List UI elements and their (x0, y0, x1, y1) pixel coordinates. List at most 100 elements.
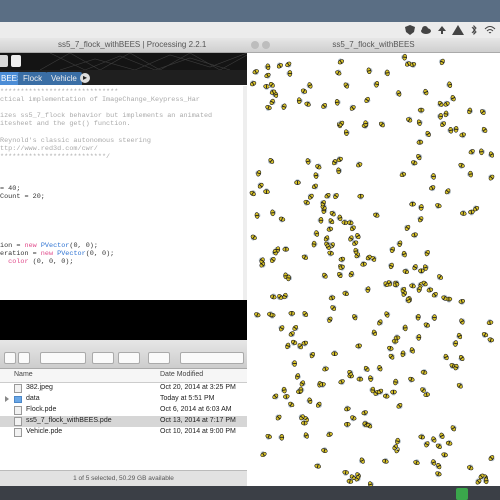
bee-sprite (250, 234, 257, 241)
bee-sprite (467, 170, 473, 178)
bee-sprite (400, 350, 407, 358)
bee-sprite (408, 376, 415, 383)
bee-sprite (459, 318, 466, 325)
bee-sprite (437, 274, 444, 281)
bee-sprite (283, 394, 290, 400)
code-line: Count = 20; (0, 193, 45, 201)
wifi-icon[interactable] (484, 25, 496, 35)
bee-sprite (344, 421, 351, 428)
sketch-title-bar[interactable]: ss5_7_flock_withBEES (247, 38, 500, 53)
bee-sprite (409, 347, 415, 354)
bee-sprite (409, 282, 416, 289)
bee-sprite (290, 339, 298, 346)
bluetooth-icon[interactable] (468, 25, 480, 35)
editor-window-title: ss5_7_flock_withBEES | Processing 2.2.1 (58, 40, 207, 49)
editor-tab-bar: BEES Flock Vehicle ▸ (0, 70, 247, 85)
bee-sprite (343, 82, 350, 89)
bee-sprite (321, 103, 328, 110)
app-icon[interactable] (456, 488, 468, 500)
bee-sprite (389, 246, 395, 254)
bee-sprite (396, 240, 403, 247)
file-name: ss5_7_flock_withBEES.pde (26, 417, 112, 424)
toolbar-pattern-decoration (40, 53, 247, 70)
sketch-canvas[interactable] (247, 53, 500, 488)
bee-sprite (328, 294, 336, 301)
upload-icon[interactable] (436, 25, 448, 35)
file-row[interactable]: Vehicle.pde Oct 10, 2014 at 9:00 PM (0, 427, 247, 438)
code-token: **************************/ (0, 152, 111, 161)
new-sketch-button[interactable] (0, 55, 8, 67)
bee-sprite (488, 455, 495, 462)
code-editor[interactable]: ***************************** ctical impl… (0, 86, 247, 304)
bee-sprite (307, 193, 314, 200)
bee-sprite (321, 447, 328, 454)
date-column-header[interactable]: Date Modified (160, 371, 203, 378)
bee-sprite (264, 72, 271, 79)
view-mode-buttons[interactable] (40, 352, 86, 364)
name-column-header[interactable]: Name (14, 371, 33, 378)
bee-sprite (354, 233, 361, 240)
bee-sprite (324, 192, 331, 199)
bee-sprite (438, 432, 445, 439)
file-name: Flock.pde (26, 406, 57, 413)
action-button[interactable] (118, 352, 140, 364)
arrange-button[interactable] (92, 352, 114, 364)
file-row[interactable]: 382.jpeg Oct 20, 2014 at 3:25 PM (0, 383, 247, 394)
bee-sprite (282, 245, 290, 252)
bee-sprite (445, 439, 453, 446)
bee-sprite (363, 120, 369, 127)
code-line: Reynold's classic autonomous steering (0, 137, 151, 145)
disclosure-triangle-icon[interactable] (5, 396, 9, 402)
code-token: Count = 20; (0, 193, 45, 202)
bee-sprite (295, 373, 301, 380)
bee-sprite (399, 171, 407, 178)
code-line: eration = new PVector(0, 0); (0, 250, 114, 258)
bee-sprite (329, 210, 336, 217)
bee-sprite (360, 260, 367, 267)
bee-sprite (441, 452, 448, 459)
bee-sprite (488, 174, 495, 181)
editor-toolbar (0, 53, 247, 70)
bee-sprite (337, 58, 344, 65)
bee-sprite (338, 256, 346, 263)
bee-sprite (331, 350, 338, 357)
editor-title-bar[interactable]: ss5_7_flock_withBEES | Processing 2.2.1 (0, 38, 247, 53)
bee-sprite (311, 183, 318, 190)
bee-sprite (413, 459, 420, 466)
bee-sprite (384, 311, 391, 318)
bee-sprite (480, 109, 486, 116)
file-row[interactable]: Flock.pde Oct 6, 2014 at 6:03 AM (0, 405, 247, 416)
bee-sprite (458, 355, 465, 362)
file-date: Oct 20, 2014 at 3:25 PM (160, 384, 236, 391)
file-row[interactable]: data Today at 5:51 PM (0, 394, 247, 405)
bee-sprite (468, 149, 475, 155)
file-row[interactable]: ss5_7_flock_withBEES.pde Oct 13, 2014 at … (0, 416, 247, 427)
bee-sprite (387, 345, 394, 352)
bee-sprite (285, 342, 292, 350)
code-line: itesheet and the get() function. (0, 120, 131, 128)
bee-sprite (404, 224, 411, 231)
bee-sprite (481, 126, 488, 133)
cloud-icon[interactable] (420, 25, 432, 35)
tab-flock[interactable]: Flock (18, 72, 48, 85)
bee-sprite (401, 53, 408, 61)
bee-sprite (337, 271, 344, 279)
share-button[interactable] (148, 352, 170, 364)
code-line: ttp://www.red3d.com/cwr/ (0, 145, 98, 153)
bee-sprite (361, 410, 368, 417)
bee-sprite (357, 193, 364, 200)
forward-button[interactable] (18, 352, 30, 364)
bee-sprite (395, 437, 401, 445)
bee-sprite (393, 334, 401, 341)
shield-icon[interactable] (404, 25, 416, 35)
back-button[interactable] (4, 352, 16, 364)
search-field[interactable] (180, 352, 244, 364)
bee-sprite (335, 69, 342, 76)
bee-sprite (388, 262, 394, 270)
add-tab-button[interactable]: ▸ (80, 73, 90, 83)
open-sketch-button[interactable] (11, 55, 21, 67)
bee-sprite (352, 314, 359, 321)
alert-icon[interactable] (452, 25, 464, 35)
tab-vehicle[interactable]: Vehicle (46, 72, 82, 85)
sketch-window: ss5_7_flock_withBEES (247, 38, 500, 488)
